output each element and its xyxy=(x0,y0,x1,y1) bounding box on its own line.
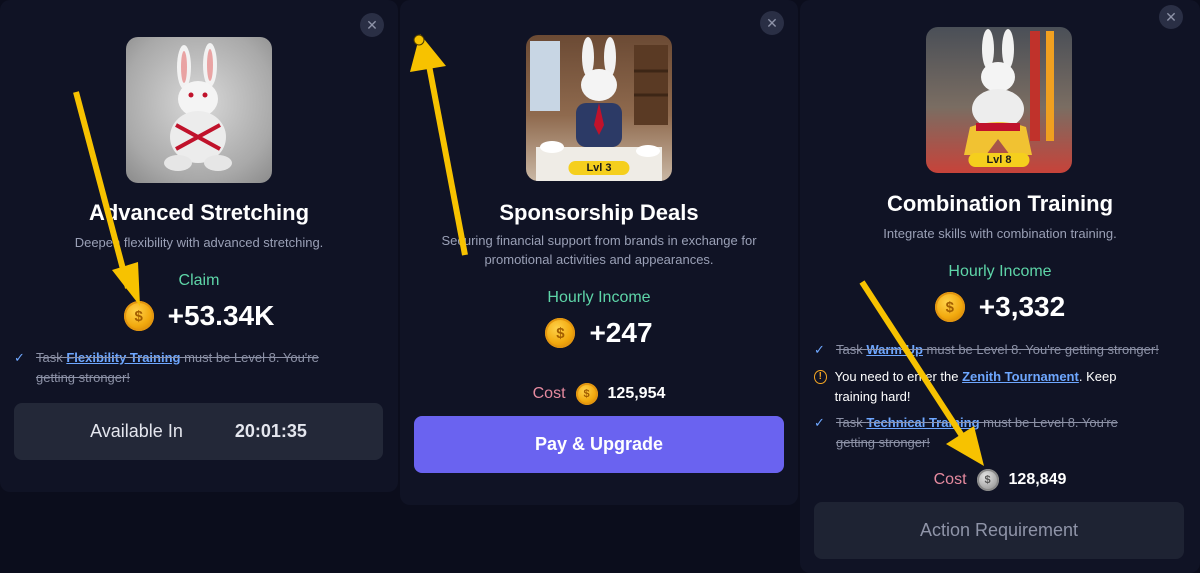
requirement-item: ✓ Task Warm Up must be Level 8. You're g… xyxy=(814,340,1186,360)
card-sponsorship-deals: ✕ Lvl 3 Sponsorship Deals Securing finan… xyxy=(400,0,798,505)
requirement-link[interactable]: Technical Training xyxy=(866,415,979,430)
rabbit-office-image: Lvl 3 xyxy=(526,35,672,181)
card-description: Integrate skills with combination traini… xyxy=(883,226,1117,241)
card-title: Sponsorship Deals xyxy=(499,200,699,225)
hourly-income-label: Hourly Income xyxy=(547,289,651,306)
coin-icon: $ xyxy=(123,301,154,331)
requirement-suffix: must be Level 8. You're getting stronger… xyxy=(922,342,1159,357)
hourly-income-label: Hourly Income xyxy=(948,263,1052,280)
requirement-link[interactable]: Flexibility Training xyxy=(66,350,180,365)
requirement-prefix: You need to enter the xyxy=(834,369,963,384)
close-icon: ✕ xyxy=(766,15,778,31)
claim-value: +53.34K xyxy=(167,300,275,331)
claim-label: Claim xyxy=(178,272,220,289)
countdown-timer: 20:01:35 xyxy=(234,421,307,441)
claim-value-row: $ +53.34K xyxy=(0,300,398,332)
close-button[interactable]: ✕ xyxy=(760,11,784,35)
available-in-label: Available In xyxy=(90,421,183,441)
card-title: Combination Training xyxy=(886,191,1114,216)
hourly-income-row: $ +247 xyxy=(400,317,798,349)
hourly-income-row: $ +3,332 xyxy=(800,291,1200,323)
rabbit-stretching-image xyxy=(126,37,272,183)
close-icon: ✕ xyxy=(366,17,378,33)
requirement-prefix: Task xyxy=(36,350,67,365)
rabbit-gym-image: Lvl 8 xyxy=(926,27,1072,173)
cost-label: Cost xyxy=(532,385,566,402)
card-description: Deepen flexibility with advanced stretch… xyxy=(74,235,324,250)
coin-icon: $ xyxy=(545,318,576,348)
requirement-prefix: Task xyxy=(836,415,867,430)
coin-icon: $ xyxy=(934,292,965,322)
hourly-income-value: +247 xyxy=(589,317,653,348)
close-button[interactable]: ✕ xyxy=(360,13,384,37)
cost-value: 128,849 xyxy=(1008,471,1067,488)
requirement-link[interactable]: Warm Up xyxy=(866,342,923,357)
cost-label: Cost xyxy=(933,471,967,488)
available-in-button[interactable]: Available In 20:01:35 xyxy=(14,403,383,460)
requirement-prefix: Task xyxy=(836,342,867,357)
close-icon: ✕ xyxy=(1165,9,1177,25)
level-badge: Lvl 3 xyxy=(568,161,630,175)
action-requirement-button[interactable]: Action Requirement xyxy=(814,502,1184,559)
cost-value: 125,954 xyxy=(607,385,666,402)
check-icon: ✓ xyxy=(14,350,25,365)
coin-icon: $ xyxy=(976,469,999,491)
requirement-link[interactable]: Zenith Tournament xyxy=(962,369,1079,384)
requirement-warning: ! You need to enter the Zenith Tournamen… xyxy=(814,367,1154,407)
cost-row: Cost $ 128,849 xyxy=(800,469,1200,491)
card-advanced-stretching: ✕ Advanced Stretching Deepen flexibility… xyxy=(0,0,398,492)
close-button[interactable]: ✕ xyxy=(1159,5,1183,29)
requirement-item: ✓ Task Flexibility Training must be Leve… xyxy=(14,348,354,388)
warning-icon: ! xyxy=(814,370,827,384)
pay-upgrade-button[interactable]: Pay & Upgrade xyxy=(414,416,784,473)
check-icon: ✓ xyxy=(814,342,825,357)
card-title: Advanced Stretching xyxy=(88,200,310,225)
level-badge: Lvl 8 xyxy=(968,153,1030,167)
card-combination-training: ✕ Lvl 8 Combination Training Integrate s… xyxy=(800,0,1200,573)
cost-row: Cost $ 125,954 xyxy=(400,383,798,405)
card-description: Securing financial support from brands i… xyxy=(441,233,757,267)
requirement-item: ✓ Task Technical Training must be Level … xyxy=(814,413,1154,453)
check-icon: ✓ xyxy=(814,415,825,430)
coin-icon: $ xyxy=(575,383,598,405)
hourly-income-value: +3,332 xyxy=(978,291,1066,322)
